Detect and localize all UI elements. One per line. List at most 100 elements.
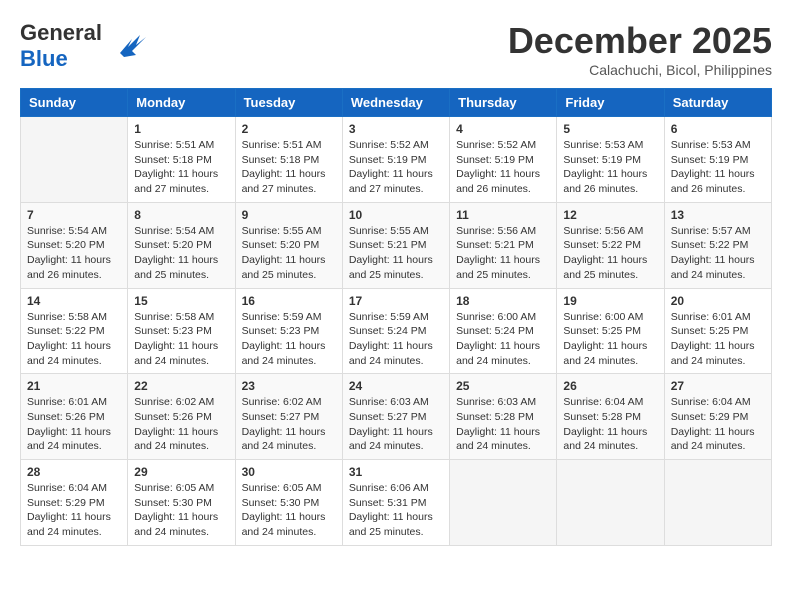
day-number: 9 [242,208,336,222]
day-info: Sunrise: 6:00 AM Sunset: 5:25 PM Dayligh… [563,310,657,369]
day-info: Sunrise: 6:05 AM Sunset: 5:30 PM Dayligh… [134,481,228,540]
day-number: 30 [242,465,336,479]
weekday-header: Tuesday [235,89,342,117]
day-number: 8 [134,208,228,222]
day-info: Sunrise: 6:06 AM Sunset: 5:31 PM Dayligh… [349,481,443,540]
day-number: 31 [349,465,443,479]
calendar-cell: 3Sunrise: 5:52 AM Sunset: 5:19 PM Daylig… [342,117,449,203]
calendar-cell: 5 Sunrise: 5:53 AM Sunset: 5:19 PM Daylig… [557,117,664,203]
day-number: 17 [349,294,443,308]
day-number: 18 [456,294,550,308]
day-number: 12 [563,208,657,222]
calendar-cell: 23Sunrise: 6:02 AM Sunset: 5:27 PM Dayli… [235,374,342,460]
calendar-week-row: 28Sunrise: 6:04 AM Sunset: 5:29 PM Dayli… [21,460,772,546]
weekday-header: Wednesday [342,89,449,117]
calendar-cell: 31 Sunrise: 6:06 AM Sunset: 5:31 PM Dayli… [342,460,449,546]
day-info: Sunrise: 5:51 AM Sunset: 5:18 PM Dayligh… [242,138,336,197]
day-number: 21 [27,379,121,393]
day-info: Sunrise: 5:51 AM Sunset: 5:18 PM Dayligh… [134,138,228,197]
title-block: December 2025 Calachuchi, Bicol, Philipp… [508,20,772,78]
day-number: 1 [134,122,228,136]
day-info: Sunrise: 5:58 AM Sunset: 5:23 PM Dayligh… [134,310,228,369]
day-info: Sunrise: 5:56 AM Sunset: 5:21 PM Dayligh… [456,224,550,283]
calendar-cell: 16 Sunrise: 5:59 AM Sunset: 5:23 PM Dayli… [235,288,342,374]
day-number: 25 [456,379,550,393]
day-info: Sunrise: 6:03 AM Sunset: 5:28 PM Dayligh… [456,395,550,454]
calendar-cell: 4 Sunrise: 5:52 AM Sunset: 5:19 PM Daylig… [450,117,557,203]
calendar-cell: 1 Sunrise: 5:51 AM Sunset: 5:18 PM Daylig… [128,117,235,203]
day-number: 11 [456,208,550,222]
day-number: 15 [134,294,228,308]
day-info: Sunrise: 5:59 AM Sunset: 5:23 PM Dayligh… [242,310,336,369]
weekday-header: Monday [128,89,235,117]
calendar-cell: 24Sunrise: 6:03 AM Sunset: 5:27 PM Dayli… [342,374,449,460]
day-info: Sunrise: 5:56 AM Sunset: 5:22 PM Dayligh… [563,224,657,283]
logo-blue: Blue [20,46,68,71]
weekday-header: Thursday [450,89,557,117]
weekday-header: Friday [557,89,664,117]
day-info: Sunrise: 6:01 AM Sunset: 5:25 PM Dayligh… [671,310,765,369]
calendar-cell: 27 Sunrise: 6:04 AM Sunset: 5:29 PM Dayli… [664,374,771,460]
location: Calachuchi, Bicol, Philippines [508,62,772,78]
calendar-cell: 14 Sunrise: 5:58 AM Sunset: 5:22 PM Dayli… [21,288,128,374]
logo: General Blue [20,20,148,73]
calendar-cell: 7 Sunrise: 5:54 AM Sunset: 5:20 PM Daylig… [21,202,128,288]
day-info: Sunrise: 5:55 AM Sunset: 5:21 PM Dayligh… [349,224,443,283]
day-info: Sunrise: 5:52 AM Sunset: 5:19 PM Dayligh… [456,138,550,197]
day-info: Sunrise: 6:05 AM Sunset: 5:30 PM Dayligh… [242,481,336,540]
calendar-cell: 29 Sunrise: 6:05 AM Sunset: 5:30 PM Dayli… [128,460,235,546]
calendar-week-row: 7 Sunrise: 5:54 AM Sunset: 5:20 PM Daylig… [21,202,772,288]
day-info: Sunrise: 5:54 AM Sunset: 5:20 PM Dayligh… [27,224,121,283]
calendar-week-row: 14 Sunrise: 5:58 AM Sunset: 5:22 PM Dayli… [21,288,772,374]
day-info: Sunrise: 5:58 AM Sunset: 5:22 PM Dayligh… [27,310,121,369]
month-title: December 2025 [508,20,772,62]
day-info: Sunrise: 5:53 AM Sunset: 5:19 PM Dayligh… [563,138,657,197]
day-number: 6 [671,122,765,136]
day-info: Sunrise: 5:55 AM Sunset: 5:20 PM Dayligh… [242,224,336,283]
calendar-header-row: SundayMondayTuesdayWednesdayThursdayFrid… [21,89,772,117]
day-number: 5 [563,122,657,136]
calendar-cell: 30 Sunrise: 6:05 AM Sunset: 5:30 PM Dayli… [235,460,342,546]
day-number: 10 [349,208,443,222]
day-info: Sunrise: 6:04 AM Sunset: 5:28 PM Dayligh… [563,395,657,454]
logo-bird-icon [110,25,148,68]
day-info: Sunrise: 5:52 AM Sunset: 5:19 PM Dayligh… [349,138,443,197]
day-number: 13 [671,208,765,222]
logo-text: General Blue [20,20,102,73]
calendar-cell: 21 Sunrise: 6:01 AM Sunset: 5:26 PM Dayli… [21,374,128,460]
day-number: 23 [242,379,336,393]
calendar-cell: 9 Sunrise: 5:55 AM Sunset: 5:20 PM Daylig… [235,202,342,288]
calendar-cell: 6 Sunrise: 5:53 AM Sunset: 5:19 PM Daylig… [664,117,771,203]
calendar-cell: 10 Sunrise: 5:55 AM Sunset: 5:21 PM Dayli… [342,202,449,288]
day-number: 28 [27,465,121,479]
calendar-cell: 25 Sunrise: 6:03 AM Sunset: 5:28 PM Dayli… [450,374,557,460]
calendar-cell [664,460,771,546]
day-number: 2 [242,122,336,136]
day-number: 24 [349,379,443,393]
calendar-cell: 17Sunrise: 5:59 AM Sunset: 5:24 PM Dayli… [342,288,449,374]
day-info: Sunrise: 5:53 AM Sunset: 5:19 PM Dayligh… [671,138,765,197]
calendar-cell: 28Sunrise: 6:04 AM Sunset: 5:29 PM Dayli… [21,460,128,546]
calendar-cell: 11 Sunrise: 5:56 AM Sunset: 5:21 PM Dayli… [450,202,557,288]
weekday-header: Sunday [21,89,128,117]
day-number: 27 [671,379,765,393]
day-info: Sunrise: 5:57 AM Sunset: 5:22 PM Dayligh… [671,224,765,283]
day-number: 29 [134,465,228,479]
calendar-cell: 13 Sunrise: 5:57 AM Sunset: 5:22 PM Dayli… [664,202,771,288]
calendar-week-row: 21 Sunrise: 6:01 AM Sunset: 5:26 PM Dayli… [21,374,772,460]
day-info: Sunrise: 6:00 AM Sunset: 5:24 PM Dayligh… [456,310,550,369]
calendar-cell: 22Sunrise: 6:02 AM Sunset: 5:26 PM Dayli… [128,374,235,460]
calendar-cell: 20Sunrise: 6:01 AM Sunset: 5:25 PM Dayli… [664,288,771,374]
calendar-cell: 8Sunrise: 5:54 AM Sunset: 5:20 PM Daylig… [128,202,235,288]
day-number: 7 [27,208,121,222]
logo-general: General [20,20,102,45]
day-number: 16 [242,294,336,308]
day-info: Sunrise: 6:01 AM Sunset: 5:26 PM Dayligh… [27,395,121,454]
day-number: 4 [456,122,550,136]
day-number: 26 [563,379,657,393]
day-number: 22 [134,379,228,393]
day-number: 14 [27,294,121,308]
day-info: Sunrise: 6:04 AM Sunset: 5:29 PM Dayligh… [671,395,765,454]
weekday-header: Saturday [664,89,771,117]
day-number: 19 [563,294,657,308]
